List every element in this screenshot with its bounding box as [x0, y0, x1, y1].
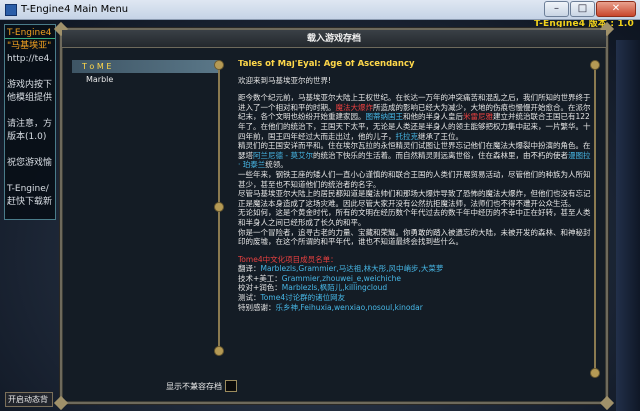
credit-role: 测试： — [238, 293, 261, 303]
corner-ornament — [599, 395, 615, 411]
scrollbar-end — [590, 368, 600, 378]
module-description: Tales of Maj'Eyal: Age of Ascendancy 欢迎来… — [238, 60, 594, 394]
lore-paragraph-2: 精灵们的王国安详而平和。住在埃尔瓦拉的永恒精灵们试图让世界忘记他们在魔法大爆裂中… — [238, 141, 594, 170]
description-scrollbar[interactable] — [590, 60, 600, 380]
incompatible-checkbox[interactable] — [225, 380, 237, 392]
dynamic-background-button[interactable]: 开启动态背 — [5, 392, 53, 407]
scrollbar-track — [594, 64, 596, 374]
chat-line: "马基埃亚" — [7, 41, 52, 51]
dialog-title: 载入游戏存档 — [62, 30, 606, 48]
text-segment: 继承了王位。 — [418, 131, 463, 141]
chat-line — [7, 209, 53, 219]
text-segment: 魔法大爆炸 — [335, 102, 374, 112]
corner-ornament — [53, 395, 69, 411]
minimize-button[interactable]: – — [544, 1, 569, 17]
module-list: T o M E Marble — [72, 60, 220, 300]
credit-names: Grammier,zhouwei_e,weichiche — [281, 273, 401, 283]
credit-names: 乐乡神,Feihuxia,wenxiao,nosoul,kinodar — [275, 302, 423, 312]
text-segment: 米雷尼雅 — [463, 112, 493, 122]
app-icon — [5, 3, 17, 16]
credit-role: 技术+美工： — [238, 273, 282, 283]
chat-header-line — [5, 25, 55, 39]
window-title: T-Engine4 Main Menu — [21, 4, 129, 15]
chat-line: 赶快下载新 — [7, 197, 53, 207]
credit-line: 翻译：Marblezls,Grammier,马达祖,林大彤,风中峭步,大菜萝 — [238, 264, 594, 274]
description-heading: Tales of Maj'Eyal: Age of Ascendancy — [238, 60, 415, 69]
credit-line: 测试：Tome4讨论群的诸位网友 — [238, 293, 594, 303]
load-game-dialog: 载入游戏存档 T o M E Marble 显示不兼容存档 Tales of M… — [53, 21, 615, 411]
text-segment: 阿兰尼德 - 莫艾尔 — [253, 150, 313, 160]
text-segment: 托拉克 — [395, 131, 419, 141]
chat-line — [7, 144, 53, 157]
list-item-tome[interactable]: T o M E — [72, 60, 220, 73]
credits-list: 翻译：Marblezls,Grammier,马达祖,林大彤,风中峭步,大菜萝 技术… — [238, 264, 594, 312]
scrollbar-thumb[interactable] — [214, 60, 224, 70]
chat-line: 版本(1.0) — [7, 132, 47, 142]
game-canvas: T-Engine4 版本 : 1.0 T-Engine4 "马基埃亚" http:/… — [0, 20, 640, 411]
chat-line: http://te4. — [7, 54, 53, 64]
welcome-text: 欢迎来到马基埃亚尔的世界! — [238, 75, 332, 85]
chat-line: 游戏内按下 — [7, 80, 53, 90]
scrollbar-end — [214, 346, 224, 356]
chat-line: 他模组提供 — [7, 93, 53, 103]
incompatible-toggle[interactable]: 显示不兼容存档 — [166, 380, 237, 392]
window-titlebar: T-Engine4 Main Menu – □ ✕ — [0, 0, 640, 20]
lore-paragraph-5: 无论如何，这是个黄金时代，所有的文明在经历数个年代过去的数千年中经历的不幸中正在… — [238, 208, 591, 227]
chat-line: T-Engine/ — [7, 184, 49, 194]
lore-paragraph-1: 距今数个纪元前，马基埃亚尔大陆上王权世纪。在长达一万年的冲突痛苦和混乱之后，我们… — [238, 93, 594, 141]
credit-role: 校对+润色： — [238, 283, 282, 293]
text-segment: 距今数个纪元前，马基埃亚尔大陆上王权世纪。 — [238, 93, 396, 103]
right-background-strip — [616, 40, 640, 411]
chat-line — [7, 105, 53, 118]
lore-paragraph-3: 一些年来，钢铁王座的矮人们一直小心谨慎的和联合王国的人类们开展贸易活动，尽管他们… — [238, 169, 591, 189]
credit-names: Marblezls,枫陌儿,killingcloud — [281, 283, 388, 293]
module-list-scrollbar[interactable] — [214, 60, 224, 360]
chat-lines: T-Engine4 "马基埃亚" http://te4. 游戏内按下 他模组提供 请注… — [7, 27, 53, 219]
text-segment: 的统治下快乐的生活着。 — [312, 150, 396, 160]
incompatible-toggle-label: 显示不兼容存档 — [166, 381, 222, 391]
text-segment: 精灵们的王国安详而平和。住在埃尔瓦拉的永恒精灵们试图让世界忘记他们在魔法大爆裂中… — [238, 141, 583, 151]
text-segment: 和他的半身人皇后 — [403, 112, 463, 122]
scrollbar-thumb[interactable] — [590, 60, 600, 70]
list-item-marble[interactable]: Marble — [72, 73, 220, 86]
chat-line — [7, 170, 53, 183]
maximize-button[interactable]: □ — [570, 1, 595, 17]
credit-role: 特别感谢： — [238, 302, 276, 312]
chat-line — [7, 66, 53, 79]
credit-names: Tome4讨论群的诸位网友 — [260, 293, 346, 303]
scrollbar-knob — [214, 202, 224, 212]
credit-names: Marblezls,Grammier,马达祖,林大彤,风中峭步,大菜萝 — [260, 264, 444, 274]
chat-line: 祝您游戏愉 — [7, 158, 53, 168]
credit-role: 翻译： — [238, 264, 261, 274]
credit-line: 校对+润色：Marblezls,枫陌儿,killingcloud — [238, 283, 594, 293]
lore-paragraph-6: 你是一个冒险者，追寻古老的力量、宝藏和荣耀。你勇敢的踏入被遗忘的大陆，未被开发的… — [238, 227, 591, 247]
lore-paragraph-4: 尽管马基埃亚尔大陆上的居民都知道是魔法帅们和那场大爆炸导致了恐怖的魔法大爆炸，但… — [238, 189, 591, 208]
window-controls: – □ ✕ — [544, 1, 636, 17]
credits-title: Tome4中文化项目成员名单： — [238, 254, 338, 264]
chat-log[interactable]: T-Engine4 "马基埃亚" http://te4. 游戏内按下 他模组提供 请注… — [4, 24, 56, 220]
text-segment: 图蒂纳国王 — [365, 112, 404, 122]
text-segment: 而自然精灵则远离世俗，住在森林里，由不朽的使者 — [395, 150, 568, 160]
credit-line: 特别感谢：乐乡神,Feihuxia,wenxiao,nosoul,kinodar — [238, 303, 594, 313]
chat-line: 请注意，方 — [7, 119, 53, 129]
text-segment: 统领。 — [265, 160, 288, 170]
close-button[interactable]: ✕ — [596, 1, 636, 17]
